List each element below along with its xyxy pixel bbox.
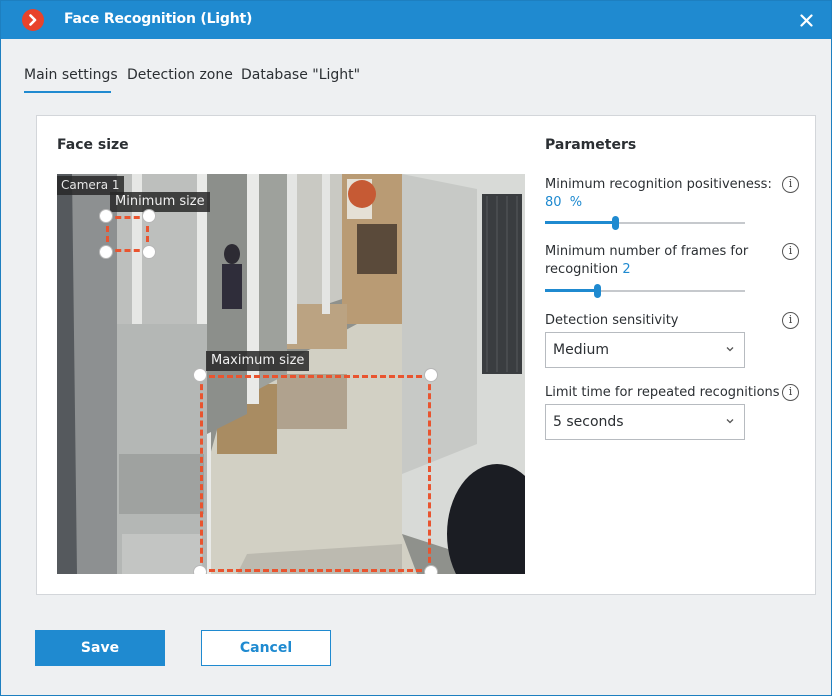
frames-label-line1: Minimum number of frames for — [545, 244, 749, 259]
frames-label-line2-row: recognition 2 — [545, 261, 631, 279]
close-icon — [799, 13, 813, 27]
positiveness-slider[interactable] — [545, 216, 745, 230]
maximum-size-box[interactable] — [200, 375, 431, 572]
repeat-limit-label: Limit time for repeated recognitions — [545, 385, 780, 400]
close-button[interactable] — [796, 10, 816, 30]
max-box-handle-top-right[interactable] — [424, 368, 438, 382]
camera-view: Camera 1 Minimum size Maximum size — [57, 174, 525, 574]
face-size-title: Face size — [57, 137, 129, 153]
cancel-button[interactable]: Cancel — [201, 630, 331, 666]
repeat-limit-selected: 5 seconds — [553, 414, 624, 430]
slider-fill — [545, 221, 615, 224]
positiveness-value: 80 — [545, 195, 562, 210]
positiveness-unit: % — [569, 195, 583, 210]
chevron-down-icon — [726, 347, 734, 352]
max-box-handle-bottom-left[interactable] — [193, 565, 207, 574]
minimum-size-box[interactable] — [106, 216, 149, 252]
min-box-handle-bottom-left[interactable] — [99, 245, 113, 259]
chevron-down-icon — [726, 419, 734, 424]
info-icon[interactable]: i — [782, 384, 799, 401]
max-box-handle-top-left[interactable] — [193, 368, 207, 382]
frames-label-line2: recognition — [545, 262, 619, 277]
repeat-limit-select[interactable]: 5 seconds — [545, 404, 745, 440]
min-box-handle-bottom-right[interactable] — [142, 245, 156, 259]
positiveness-label: Minimum recognition positiveness: — [545, 177, 772, 192]
save-button[interactable]: Save — [35, 630, 165, 666]
info-icon[interactable]: i — [782, 176, 799, 193]
settings-panel: Face size Camera 1 Minimum size Maximum … — [36, 115, 816, 595]
min-box-handle-top-left[interactable] — [99, 209, 113, 223]
app-logo-icon — [22, 9, 44, 31]
min-box-handle-top-right[interactable] — [142, 209, 156, 223]
tab-detection-zone[interactable]: Detection zone — [127, 67, 233, 83]
info-icon[interactable]: i — [782, 243, 799, 260]
sensitivity-select[interactable]: Medium — [545, 332, 745, 368]
slider-thumb[interactable] — [612, 216, 619, 230]
dialog-window: Face Recognition (Light) Main settings D… — [0, 0, 832, 696]
title-bar: Face Recognition (Light) — [1, 1, 831, 39]
window-title: Face Recognition (Light) — [64, 11, 253, 27]
sensitivity-label: Detection sensitivity — [545, 313, 679, 328]
slider-fill — [545, 289, 597, 292]
maximum-size-label: Maximum size — [206, 351, 310, 371]
parameters-title: Parameters — [545, 137, 637, 153]
max-box-handle-bottom-right[interactable] — [424, 565, 438, 574]
sensitivity-selected: Medium — [553, 342, 609, 358]
slider-thumb[interactable] — [594, 284, 601, 298]
frames-value: 2 — [622, 262, 631, 277]
tab-main-settings[interactable]: Main settings — [24, 67, 118, 83]
frames-slider[interactable] — [545, 284, 745, 298]
tab-database[interactable]: Database "Light" — [241, 67, 360, 83]
info-icon[interactable]: i — [782, 312, 799, 329]
positiveness-value-row: 80 % — [545, 194, 582, 212]
active-tab-indicator — [24, 91, 111, 93]
minimum-size-label: Minimum size — [110, 192, 210, 212]
